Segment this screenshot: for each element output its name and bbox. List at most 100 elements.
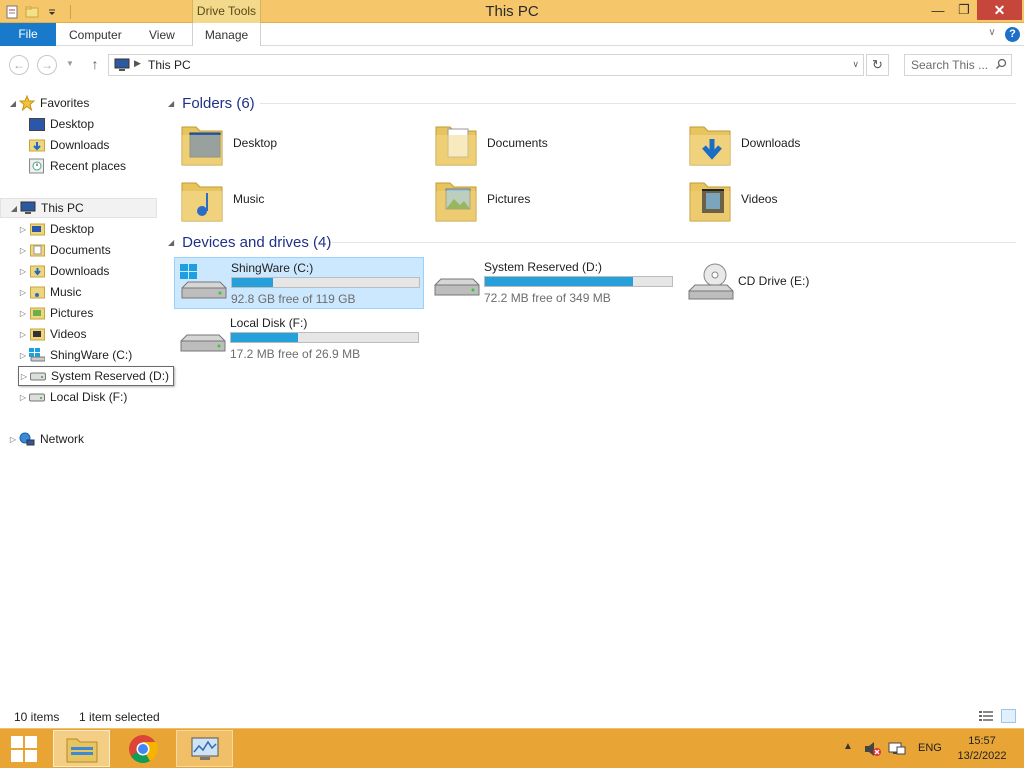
nav-item-label: Pictures [50,306,94,320]
folder-pictures[interactable]: Pictures [416,173,656,225]
this-pc-icon [19,200,37,216]
drive-d-tile[interactable]: System Reserved (D:) 72.2 MB free of 349… [428,257,678,309]
taskbar-resource-monitor[interactable] [176,730,233,767]
up-arrow-icon[interactable]: ↑ [87,56,103,74]
nav-favorites-downloads[interactable]: Downloads [28,135,109,155]
tab-computer[interactable]: Computer [69,23,122,46]
pictures-folder-icon [435,182,477,222]
downloads-folder-icon [689,126,731,166]
nav-favorites-label: Favorites [40,96,90,110]
collapsed-arrow-icon[interactable]: ▷ [18,330,28,339]
expanded-arrow-icon[interactable]: ◢ [9,204,19,213]
expanded-arrow-icon[interactable]: ◢ [168,99,174,108]
nav-this-pc[interactable]: ◢ This PC [0,198,157,218]
taskbar-chrome[interactable] [114,730,171,767]
show-hidden-icons-chevron-icon[interactable]: ▲ [843,741,853,752]
refresh-button[interactable]: ↻ [866,54,889,76]
collapsed-arrow-icon[interactable]: ▷ [18,246,28,255]
nav-favorites[interactable]: ◢ Favorites [8,93,89,113]
folder-icon [28,221,46,237]
videos-folder-icon [689,182,731,222]
expanded-arrow-icon[interactable]: ◢ [168,238,174,247]
nav-item-label: Videos [50,327,87,341]
nav-this-pc-label: This PC [41,201,84,215]
navigation-bar: ← → ▼ ↑ ▶ This PC ∨ ↻ [0,47,1024,83]
nav-this-pc-documents[interactable]: ▷ Documents [18,240,111,260]
large-icons-view-icon[interactable] [1001,709,1016,723]
drive-name: System Reserved (D:) [484,260,603,274]
volume-muted-icon[interactable] [864,741,882,757]
close-button[interactable]: ✕ [977,0,1022,20]
tab-manage[interactable]: Manage [192,23,261,46]
nav-item-label: ShingWare (C:) [50,348,133,362]
drives-group-label: Devices and drives (4) [182,233,332,251]
input-language[interactable]: ENG [918,742,942,754]
nav-network-label: Network [40,432,85,446]
back-button[interactable]: ← [9,55,29,75]
drive-f-tile[interactable]: Local Disk (F:) 17.2 MB free of 26.9 MB [174,313,424,365]
folder-desktop[interactable]: Desktop [162,117,402,169]
nav-this-pc-drive-f[interactable]: ▷ Local Disk (F:) [18,387,127,407]
tab-file[interactable]: File [0,23,56,46]
nav-this-pc-downloads[interactable]: ▷ Downloads [18,261,109,281]
folder-downloads[interactable]: Downloads [670,117,910,169]
details-view-icon[interactable] [979,710,993,722]
taskbar-file-explorer[interactable] [53,730,110,767]
collapsed-arrow-icon[interactable]: ▷ [8,435,18,444]
collapsed-arrow-icon[interactable]: ▷ [18,309,28,318]
tab-view[interactable]: View [149,23,175,46]
nav-this-pc-pictures[interactable]: ▷ Pictures [18,303,93,323]
breadcrumb-separator-icon[interactable]: ▶ [134,58,141,69]
collapsed-arrow-icon[interactable]: ▷ [18,288,28,297]
group-divider [260,103,1016,104]
expanded-arrow-icon[interactable]: ◢ [8,99,18,108]
drive-usage-fill [231,333,299,342]
folder-label: Videos [741,192,778,206]
properties-icon[interactable] [4,4,20,20]
customize-toolbar-icon[interactable] [44,4,60,20]
drive-c-tile[interactable]: ShingWare (C:) 92.8 GB free of 119 GB [174,257,424,309]
folder-music[interactable]: Music [162,173,402,225]
drive-icon [434,278,480,296]
nav-network[interactable]: ▷ Network [8,429,84,449]
clock-time: 15:57 [968,735,996,747]
nav-favorites-desktop[interactable]: Desktop [28,114,94,134]
address-dropdown-chevron-icon[interactable]: ∨ [852,59,859,70]
folder-icon [28,263,46,279]
help-icon[interactable]: ? [1005,27,1020,42]
folders-group-header[interactable]: ◢ Folders (6) [168,93,255,113]
nav-this-pc-videos[interactable]: ▷ Videos [18,324,87,344]
nav-this-pc-music[interactable]: ▷ Music [18,282,81,302]
start-button[interactable] [0,729,48,769]
collapsed-arrow-icon[interactable]: ▷ [18,225,28,234]
cd-drive-icon [688,263,734,300]
nav-this-pc-drive-c[interactable]: ▷ ShingWare (C:) [18,345,132,365]
new-folder-icon[interactable] [24,4,40,20]
item-count: 10 items [14,710,60,724]
clock[interactable]: 15:57 13/2/2022 [950,734,1014,764]
collapsed-arrow-icon[interactable]: ▷ [18,393,28,402]
folder-documents[interactable]: Documents [416,117,656,169]
recent-locations-chevron-icon[interactable]: ▼ [66,59,74,68]
expand-ribbon-chevron-icon[interactable]: ∨ [985,27,999,41]
address-bar[interactable]: ▶ This PC ∨ [108,54,864,76]
forward-button[interactable]: → [37,55,57,75]
collapsed-arrow-icon[interactable]: ▷ [18,351,28,360]
search-icon[interactable] [995,58,1007,70]
minimize-button[interactable]: — [925,0,951,20]
nav-item-label: Documents [50,243,111,257]
quick-access-toolbar [4,3,71,21]
nav-favorites-recent-places[interactable]: Recent places [28,156,126,176]
collapsed-arrow-icon[interactable]: ▷ [19,372,29,381]
drive-icon [180,334,226,352]
network-icon[interactable] [888,741,906,757]
drives-group-header[interactable]: ◢ Devices and drives (4) [168,232,331,252]
folder-videos[interactable]: Videos [670,173,910,225]
collapsed-arrow-icon[interactable]: ▷ [18,267,28,276]
maximize-button[interactable]: ❐ [951,0,977,20]
drive-e-tile[interactable]: CD Drive (E:) [682,257,932,309]
nav-this-pc-drive-d[interactable]: ▷ System Reserved (D:) [18,366,175,386]
nav-this-pc-desktop[interactable]: ▷ Desktop [18,219,94,239]
breadcrumb-this-pc[interactable]: This PC [148,58,191,72]
window-title: This PC [485,3,539,20]
